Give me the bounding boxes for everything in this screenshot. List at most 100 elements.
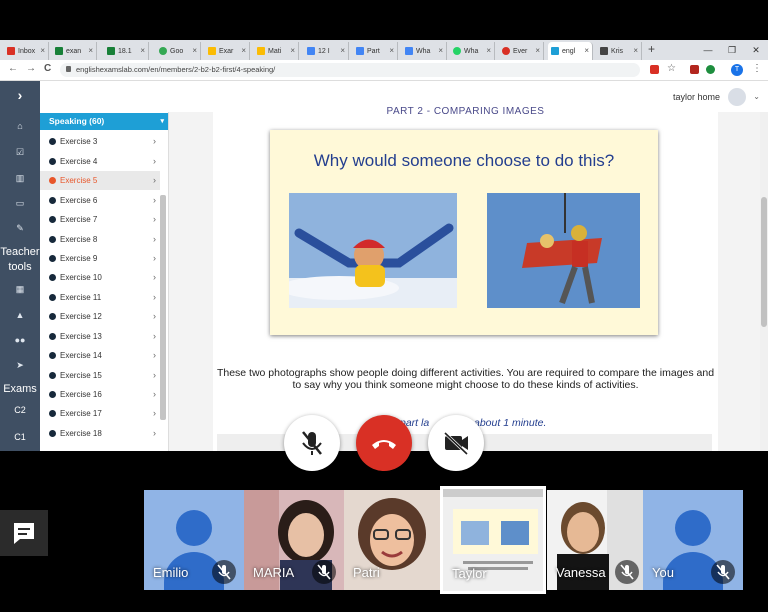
- browser-tab[interactable]: 18.1 ×: [104, 42, 149, 60]
- browser-tab[interactable]: exan ×: [52, 42, 97, 60]
- close-tab-icon[interactable]: ×: [241, 46, 246, 55]
- extension-icon[interactable]: [690, 65, 699, 74]
- profile-avatar[interactable]: T: [731, 64, 743, 76]
- extension-icon[interactable]: [706, 65, 715, 74]
- send-icon[interactable]: ➤: [0, 360, 40, 371]
- laptop-icon[interactable]: ▭: [0, 198, 40, 209]
- menu-icon[interactable]: ⋮: [752, 63, 762, 74]
- teacher-tools-label[interactable]: Teacher tools: [0, 245, 40, 275]
- browser-tab[interactable]: Goo ×: [156, 42, 201, 60]
- list-item[interactable]: Exercise 16 ›: [40, 385, 160, 404]
- participant-tile-presenting[interactable]: Taylor: [440, 486, 546, 594]
- close-tab-icon[interactable]: ×: [584, 46, 589, 55]
- c2-label[interactable]: C2: [0, 403, 40, 418]
- maximize-icon[interactable]: ❐: [720, 40, 744, 60]
- drive-icon: [208, 47, 216, 55]
- bookmark-star-icon[interactable]: ☆: [667, 63, 676, 74]
- close-tab-icon[interactable]: ×: [340, 46, 345, 55]
- participant-tile-self[interactable]: You: [643, 490, 743, 590]
- back-icon[interactable]: ←: [8, 63, 18, 74]
- list-item[interactable]: Exercise 13 ›: [40, 327, 160, 346]
- list-item[interactable]: Exercise 8 ›: [40, 230, 160, 249]
- home-icon[interactable]: ⌂: [0, 121, 40, 131]
- user-name[interactable]: taylor home: [673, 92, 720, 102]
- list-item[interactable]: Exercise 9 ›: [40, 249, 160, 268]
- list-item-active[interactable]: Exercise 5 ›: [40, 171, 160, 190]
- browser-tab[interactable]: Ever ×: [499, 42, 544, 60]
- browser-tab[interactable]: 12 I ×: [304, 42, 349, 60]
- user-avatar[interactable]: [728, 88, 746, 106]
- participant-tile[interactable]: MARIA: [244, 490, 344, 590]
- browser-tab[interactable]: Inbox ×: [4, 42, 49, 60]
- grid-icon[interactable]: ▦: [0, 284, 40, 295]
- bullet-icon: [49, 372, 56, 379]
- close-tab-icon[interactable]: ×: [438, 46, 443, 55]
- checklist-icon[interactable]: ☑: [0, 147, 40, 158]
- participant-tile[interactable]: Emilio: [144, 490, 244, 590]
- chevron-right-icon: ›: [153, 292, 156, 302]
- list-item[interactable]: Exercise 17 ›: [40, 404, 160, 423]
- extension-icon[interactable]: [650, 65, 659, 74]
- browser-tab[interactable]: Wha ×: [450, 42, 495, 60]
- list-item[interactable]: Exercise 4 ›: [40, 152, 160, 171]
- close-tab-icon[interactable]: ×: [290, 46, 295, 55]
- list-item[interactable]: Exercise 12 ›: [40, 307, 160, 326]
- bar-chart-icon[interactable]: ▥: [0, 173, 40, 184]
- list-item[interactable]: Exercise 15 ›: [40, 366, 160, 385]
- site-favicon-icon: [600, 47, 608, 55]
- list-item[interactable]: Exercise 10 ›: [40, 268, 160, 287]
- reload-icon[interactable]: C: [44, 63, 51, 74]
- page-scrollbar[interactable]: [760, 112, 768, 451]
- close-tab-icon[interactable]: ×: [88, 46, 93, 55]
- close-tab-icon[interactable]: ×: [486, 46, 491, 55]
- drive-icon: [257, 47, 265, 55]
- list-item[interactable]: Exercise 6 ›: [40, 191, 160, 210]
- close-tab-icon[interactable]: ×: [140, 46, 145, 55]
- url-field[interactable]: englishexamslab.com/en/members/2-b2-b2-f…: [60, 63, 640, 77]
- list-item[interactable]: Exercise 3 ›: [40, 132, 160, 151]
- close-tab-icon[interactable]: ×: [389, 46, 394, 55]
- close-tab-icon[interactable]: ×: [192, 46, 197, 55]
- participant-tile[interactable]: Patri: [344, 490, 444, 590]
- minimize-icon[interactable]: —: [696, 40, 720, 60]
- chat-button[interactable]: [0, 510, 48, 556]
- speaking-section-header[interactable]: Speaking (60) ▾: [40, 113, 168, 130]
- list-item[interactable]: Exercise 14 ›: [40, 346, 160, 365]
- end-call-button[interactable]: [356, 415, 412, 471]
- chevron-right-icon: ›: [153, 350, 156, 360]
- participant-tile[interactable]: Vanessa: [547, 490, 647, 590]
- browser-tab[interactable]: Kris ×: [597, 42, 642, 60]
- close-window-icon[interactable]: ✕: [744, 40, 768, 60]
- browser-tab[interactable]: Mati ×: [254, 42, 299, 60]
- browser-tab[interactable]: Exar ×: [205, 42, 250, 60]
- edit-icon[interactable]: ✎: [0, 223, 40, 234]
- browser-tab[interactable]: Part ×: [353, 42, 398, 60]
- list-scrollbar[interactable]: [160, 195, 166, 420]
- close-tab-icon[interactable]: ×: [535, 46, 540, 55]
- expand-sidebar-icon[interactable]: ›: [0, 88, 40, 103]
- users-icon[interactable]: ●●: [0, 335, 40, 345]
- mic-muted-icon: [615, 560, 639, 584]
- forward-icon[interactable]: →: [26, 63, 36, 74]
- list-item[interactable]: Exercise 18 ›: [40, 424, 160, 443]
- bullet-icon: [49, 274, 56, 281]
- camera-toggle-button[interactable]: [428, 415, 484, 471]
- list-item[interactable]: Exercise 7 ›: [40, 210, 160, 229]
- bullet-icon: [49, 158, 56, 165]
- chevron-right-icon: ›: [153, 234, 156, 244]
- browser-tab[interactable]: Wha ×: [402, 42, 447, 60]
- browser-tab-active[interactable]: engl ×: [548, 42, 593, 60]
- graduation-cap-icon[interactable]: ▲: [0, 310, 40, 320]
- page-scroll-thumb[interactable]: [761, 197, 767, 327]
- bullet-icon: [49, 216, 56, 223]
- exams-label[interactable]: Exams: [0, 382, 40, 397]
- chevron-right-icon: ›: [153, 214, 156, 224]
- chevron-down-icon[interactable]: ⌄: [753, 92, 760, 101]
- new-tab-button[interactable]: +: [648, 42, 655, 56]
- list-item[interactable]: Exercise 11 ›: [40, 288, 160, 307]
- c1-label[interactable]: C1: [0, 430, 40, 445]
- mic-toggle-button[interactable]: [284, 415, 340, 471]
- close-tab-icon[interactable]: ×: [633, 46, 638, 55]
- mic-muted-icon: [212, 560, 236, 584]
- close-tab-icon[interactable]: ×: [40, 46, 45, 55]
